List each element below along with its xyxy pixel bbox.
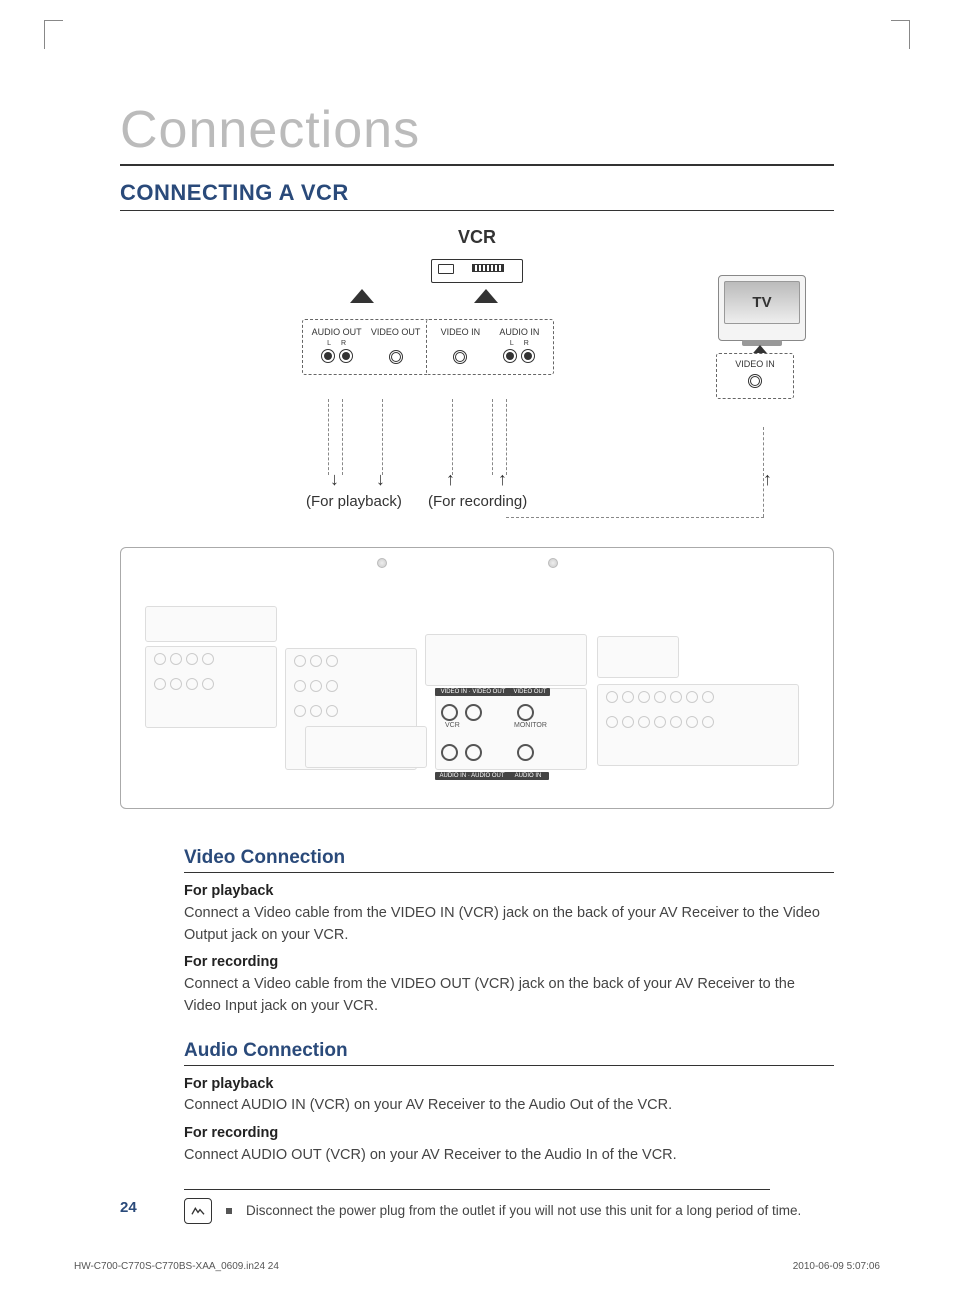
- crop-mark: [891, 20, 910, 49]
- body-text: Connect a Video cable from the VIDEO OUT…: [184, 974, 834, 1018]
- subtitle: For recording: [184, 952, 834, 974]
- vcr-icon: [431, 259, 523, 283]
- jack-label: VIDEO IN: [725, 360, 785, 370]
- arrow-up-icon: ↑: [446, 469, 455, 490]
- receiver-back-panel: VIDEO IN · VIDEO OUT VIDEO OUT AUDIO IN …: [120, 547, 834, 809]
- arrow-down-icon: ↓: [376, 469, 385, 490]
- arrow-up-icon: ↑: [763, 469, 772, 490]
- jack-icon: [503, 349, 517, 363]
- rule: [184, 1189, 770, 1190]
- jack-icon: [339, 349, 353, 363]
- page-number: 24: [120, 1199, 137, 1216]
- audio-heading: Audio Connection: [184, 1040, 834, 1066]
- video-heading: Video Connection: [184, 847, 834, 873]
- arrow-up-icon: ↑: [498, 469, 507, 490]
- jack-icon: [321, 349, 335, 363]
- panel-pointer: [350, 289, 374, 303]
- crop-mark: [44, 20, 63, 49]
- body-text: Connect AUDIO OUT (VCR) on your AV Recei…: [184, 1145, 834, 1167]
- body-text: Connect AUDIO IN (VCR) on your AV Receiv…: [184, 1095, 834, 1117]
- jack-label: AUDIO IN: [499, 328, 539, 338]
- jack-label: AUDIO OUT: [312, 328, 362, 338]
- vcr-in-panel: VIDEO IN AUDIO IN LR: [426, 319, 554, 375]
- footer-right: 2010-06-09 5:07:06: [793, 1261, 880, 1272]
- bullet-icon: [226, 1208, 232, 1214]
- jack-icon: [521, 349, 535, 363]
- subtitle: For playback: [184, 1074, 834, 1096]
- vcr-label: VCR: [458, 227, 496, 248]
- vcr-out-panel: AUDIO OUT LR VIDEO OUT: [302, 319, 430, 375]
- note-text: Disconnect the power plug from the outle…: [246, 1203, 801, 1218]
- subtitle: For playback: [184, 881, 834, 903]
- jack-label: VIDEO IN: [441, 328, 481, 338]
- panel-pointer: [474, 289, 498, 303]
- note-icon: [184, 1198, 212, 1224]
- rule: [120, 210, 834, 211]
- jack-icon: [748, 374, 762, 388]
- connection-diagram: VCR AUDIO OUT LR VIDEO OUT V: [120, 227, 834, 827]
- tv-in-panel: VIDEO IN: [716, 353, 794, 399]
- chapter-title: Connections: [120, 100, 834, 166]
- jack-label: VIDEO OUT: [371, 328, 421, 338]
- jack-icon: [453, 350, 467, 364]
- tv-label: TV: [724, 281, 800, 324]
- footer-left: HW-C700-C770S-C770BS-XAA_0609.in24 24: [74, 1261, 279, 1272]
- purpose-label: (For recording): [428, 493, 527, 510]
- arrow-down-icon: ↓: [330, 469, 339, 490]
- purpose-label: (For playback): [306, 493, 402, 510]
- section-title: CONNECTING A VCR: [120, 180, 834, 206]
- subtitle: For recording: [184, 1123, 834, 1145]
- tv-icon: TV: [718, 275, 806, 341]
- jack-icon: [389, 350, 403, 364]
- body-text: Connect a Video cable from the VIDEO IN …: [184, 903, 834, 947]
